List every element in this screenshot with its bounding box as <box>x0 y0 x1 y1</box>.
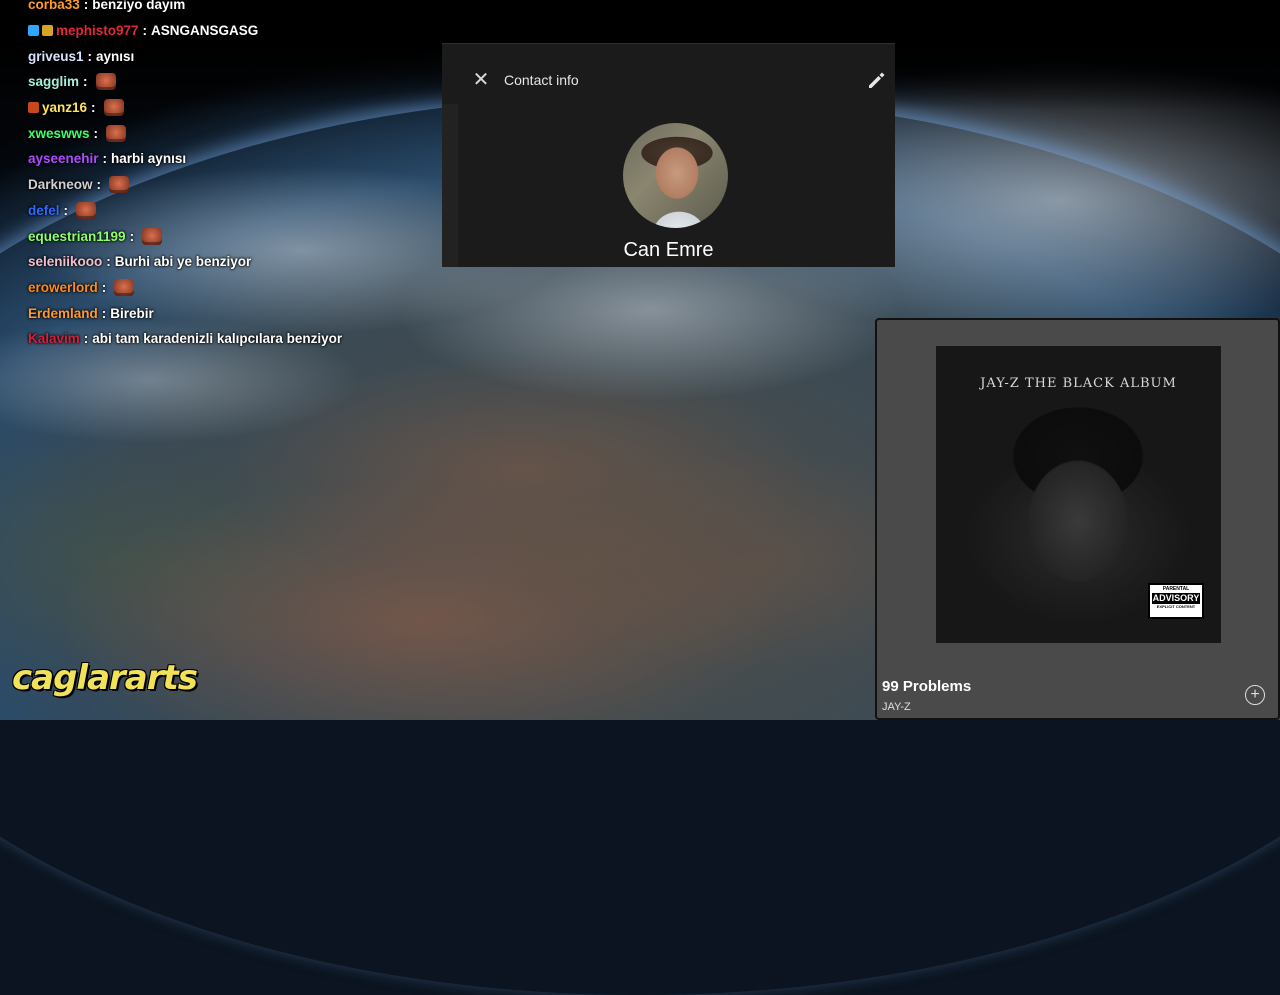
advisory-top: PARENTAL <box>1162 586 1190 592</box>
album-cover: JAY-Z THE BLACK ALBUM PARENTAL ADVISORY … <box>936 346 1221 643</box>
track-artist: JAY-Z <box>882 701 911 713</box>
chat-overlay: corba33: benziyo dayım mephisto977: ASNGANS… <box>28 0 448 352</box>
chat-username[interactable]: Kalavim <box>28 331 80 346</box>
chat-message: Erdemland: Birebir <box>28 300 448 326</box>
chat-username[interactable]: seleniikooo <box>28 254 102 269</box>
chat-separator: : <box>142 23 148 39</box>
chat-text: ASNGANSGASG <box>151 23 259 39</box>
chat-badge-icon <box>28 102 39 114</box>
chat-separator: : <box>83 74 88 90</box>
channel-watermark: caglararts <box>12 658 198 698</box>
chat-message: Kalavim: abi tam karadenizli kalıpcılara … <box>28 326 448 352</box>
chat-message: xweswws: <box>28 120 448 146</box>
chat-username[interactable]: erowerlord <box>28 280 98 295</box>
now-playing-widget: JAY-Z THE BLACK ALBUM PARENTAL ADVISORY … <box>875 318 1280 720</box>
close-icon[interactable]: ✕ <box>472 70 490 90</box>
advisory-mid: ADVISORY <box>1152 593 1200 604</box>
pencil-icon[interactable] <box>866 70 886 90</box>
chat-separator: : <box>83 331 89 347</box>
chat-message: griveus1: aynısı <box>28 43 448 69</box>
chat-username[interactable]: yanz16 <box>42 100 87 115</box>
chat-separator: : <box>101 279 107 295</box>
chat-separator: : <box>91 100 96 116</box>
chat-message: ayseenehir: harbi aynısı <box>28 146 448 172</box>
chat-separator: : <box>101 305 107 321</box>
chat-separator: : <box>63 202 69 218</box>
chat-text: aynısı <box>96 48 135 64</box>
chat-message: defel: <box>28 198 448 224</box>
contact-avatar <box>623 123 728 228</box>
chat-username[interactable]: sagglim <box>28 74 79 89</box>
chat-emote-icon <box>114 278 135 296</box>
chat-badge-icon <box>28 25 39 37</box>
chat-text: benziyo dayım <box>92 0 186 13</box>
chat-separator: : <box>106 254 111 270</box>
chat-username[interactable]: ayseenehir <box>28 151 99 166</box>
chat-text: Burhi abi ye benziyor <box>114 254 252 270</box>
chat-message: sagglim: <box>28 69 448 95</box>
chat-separator: : <box>102 151 108 167</box>
chat-emote-icon <box>109 176 130 194</box>
contact-info-panel: ✕ Contact info Can Emre <box>442 43 895 267</box>
chat-username[interactable]: Darkneow <box>28 177 93 192</box>
chat-message: equestrian1199: <box>28 223 448 249</box>
chat-username[interactable]: griveus1 <box>28 49 84 64</box>
chat-separator: : <box>129 228 135 244</box>
chat-username[interactable]: corba33 <box>28 0 80 12</box>
chat-text: abi tam karadenizli kalıpcılara benziyor <box>92 331 343 347</box>
album-title: JAY-Z THE BLACK ALBUM <box>980 376 1177 391</box>
track-title: 99 Problems <box>882 678 972 695</box>
chat-emote-icon <box>76 201 97 219</box>
chat-badge-icon <box>42 25 53 37</box>
chat-text: harbi aynısı <box>111 151 187 167</box>
chat-message: yanz16: <box>28 95 448 121</box>
chat-username[interactable]: Erdemland <box>28 306 98 321</box>
contact-info-title: Contact info <box>504 72 579 88</box>
chat-message: mephisto977: ASNGANSGASG <box>28 18 448 44</box>
chat-separator: : <box>93 125 99 141</box>
chat-separator: : <box>96 177 102 193</box>
chat-username[interactable]: equestrian1199 <box>28 229 126 244</box>
chat-separator: : <box>87 48 93 64</box>
chat-emote-icon <box>95 73 116 91</box>
chat-username[interactable]: xweswws <box>28 126 90 141</box>
parental-advisory-label: PARENTAL ADVISORY EXPLICIT CONTENT <box>1148 583 1204 619</box>
chat-message: Darkneow: <box>28 172 448 198</box>
contact-name: Can Emre <box>623 239 714 261</box>
chat-username[interactable]: defel <box>28 203 60 218</box>
chat-emote-icon <box>103 99 124 117</box>
chat-message: corba33: benziyo dayım <box>28 0 448 18</box>
chat-text: Birebir <box>110 305 154 321</box>
chat-emote-icon <box>142 227 163 245</box>
chat-username[interactable]: mephisto977 <box>56 23 139 38</box>
plus-circle-icon[interactable]: + <box>1245 685 1265 705</box>
advisory-bottom: EXPLICIT CONTENT <box>1156 604 1196 609</box>
chat-emote-icon <box>106 124 127 142</box>
chat-message: seleniikooo: Burhi abi ye benziyor <box>28 249 448 275</box>
chat-separator: : <box>83 0 89 13</box>
chat-message: erowerlord: <box>28 275 448 301</box>
